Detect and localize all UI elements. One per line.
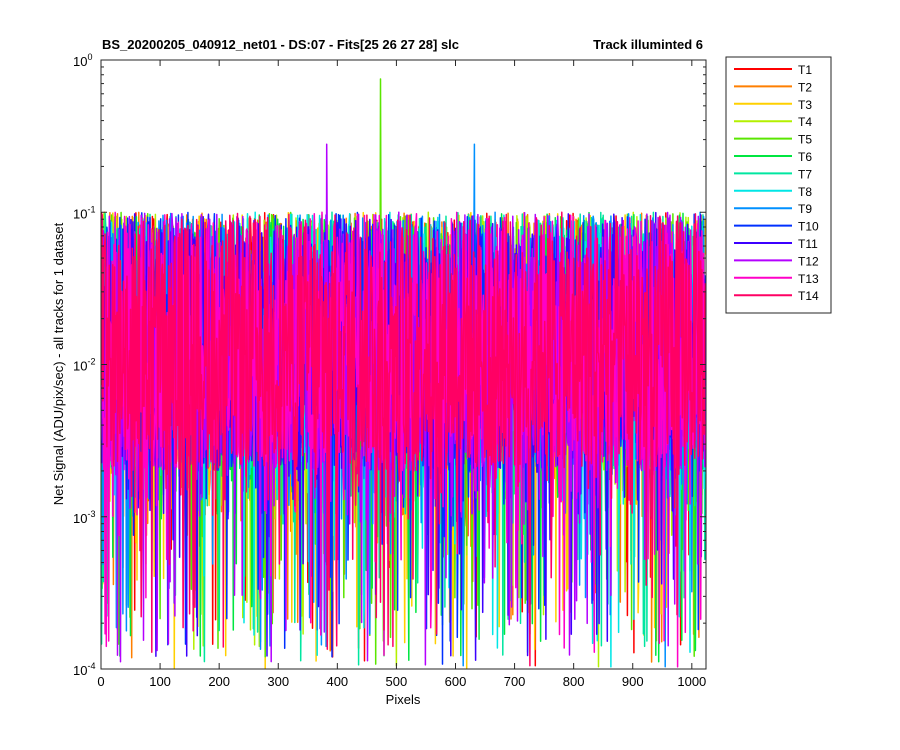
legend-label: T14 [798,289,819,303]
legend-label: T4 [798,115,812,129]
x-tick-label: 700 [504,674,526,689]
y-tick-base: 10 [73,511,87,526]
x-tick-label: 900 [622,674,644,689]
y-tick-exponent: -2 [87,357,95,367]
chart-figure: BS_20200205_040912_net01 - DS:07 - Fits[… [0,0,900,750]
x-tick-label: 800 [563,674,585,689]
chart-title: BS_20200205_040912_net01 - DS:07 - Fits[… [102,37,459,52]
legend-label: T5 [798,133,812,147]
y-axis-label: Net Signal (ADU/pix/sec) - all tracks fo… [51,222,66,505]
legend-label: T11 [798,237,818,251]
legend-label: T1 [798,63,812,77]
y-tick-base: 10 [73,54,87,69]
legend-label: T12 [798,254,819,268]
x-tick-label: 1000 [677,674,706,689]
x-tick-label: 600 [445,674,467,689]
x-tick-label: 500 [386,674,408,689]
y-tick-base: 10 [73,663,87,678]
legend-label: T7 [798,167,812,181]
legend-label: T10 [798,220,819,234]
y-tick-exponent: -1 [87,204,95,214]
legend-label: T3 [798,98,812,112]
chart-subtitle: Track illuminted 6 [593,37,703,52]
legend-label: T6 [798,150,812,164]
x-tick-label: 100 [149,674,171,689]
x-axis-label: Pixels [386,692,421,707]
y-tick-base: 10 [73,206,87,221]
legend-label: T8 [798,185,812,199]
y-tick-base: 10 [73,359,87,374]
y-tick-exponent: -4 [87,661,95,671]
x-tick-label: 300 [267,674,289,689]
x-tick-label: 400 [326,674,348,689]
legend-label: T9 [798,202,812,216]
x-tick-label: 0 [97,674,104,689]
x-tick-label: 200 [208,674,230,689]
legend: T1 T2 T3 T4 T5 T6 T7 T8 T9 T10 T11 T12 T13 T14 [725,56,832,314]
legend-label: T13 [798,272,819,286]
y-tick-exponent: -3 [87,509,95,519]
y-tick-exponent: 0 [87,52,92,62]
legend-label: T2 [798,80,812,94]
